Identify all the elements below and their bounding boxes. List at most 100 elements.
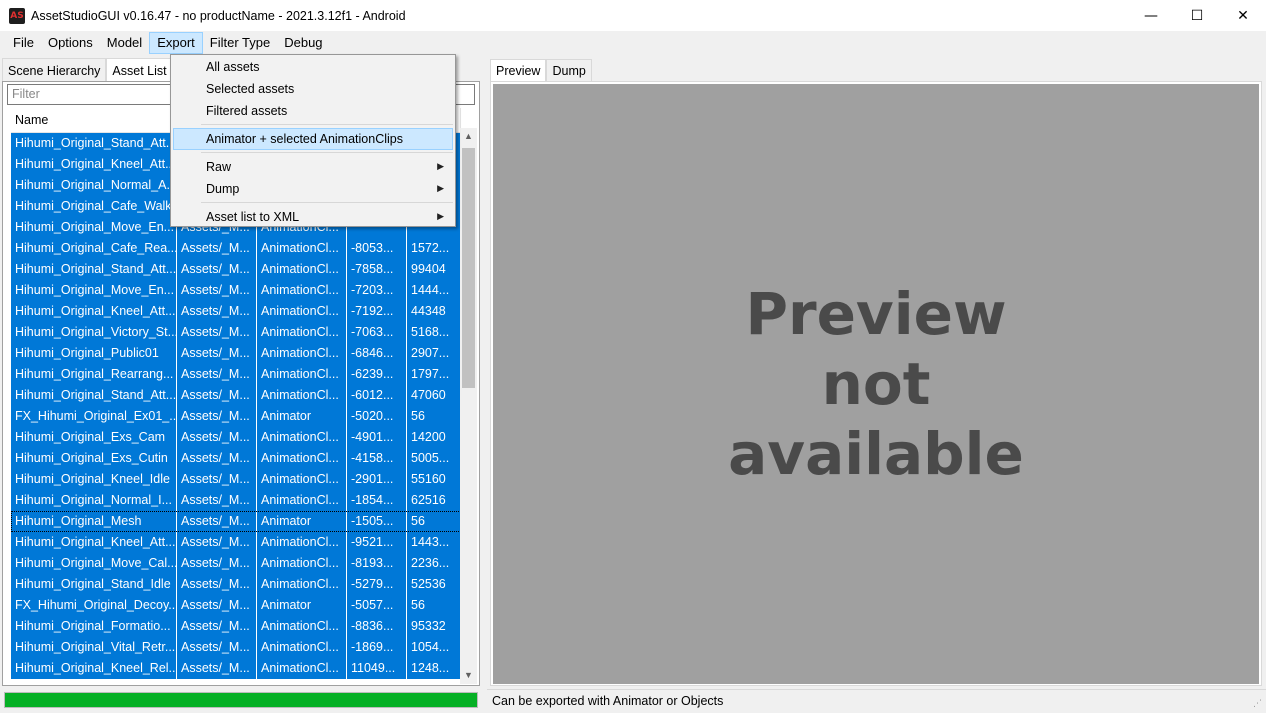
cell-name: Hihumi_Original_Cafe_Rea... <box>11 238 177 259</box>
menu-item-animator-selected-clips[interactable]: Animator + selected AnimationClips <box>173 128 453 150</box>
tab-scene-hierarchy[interactable]: Scene Hierarchy <box>2 58 107 82</box>
menu-item-label: Selected assets <box>206 82 295 96</box>
cell-type: AnimationCl... <box>257 385 347 406</box>
menu-item-raw[interactable]: Raw ▶ <box>173 156 453 178</box>
table-row[interactable]: FX_Hihumi_Original_Decoy... Assets/_M... A… <box>11 595 461 616</box>
cell-container: Assets/_M... <box>177 448 257 469</box>
maximize-button[interactable]: ☐ <box>1174 0 1220 31</box>
table-row[interactable]: Hihumi_Original_Exs_Cam Assets/_M... Anima… <box>11 427 461 448</box>
scroll-thumb[interactable] <box>462 148 475 388</box>
menu-file[interactable]: File <box>6 32 41 54</box>
cell-size: 1248... <box>407 658 461 679</box>
table-row[interactable]: Hihumi_Original_Kneel_Idle Assets/_M... An… <box>11 469 461 490</box>
menu-item-selected-assets[interactable]: Selected assets <box>173 78 453 100</box>
menu-export[interactable]: Export <box>149 32 203 54</box>
preview-message-line: not <box>821 350 931 418</box>
minimize-button[interactable]: — <box>1128 0 1174 31</box>
table-row[interactable]: Hihumi_Original_Public01 Assets/_M... Anim… <box>11 343 461 364</box>
menu-item-filtered-assets[interactable]: Filtered assets <box>173 100 453 122</box>
menu-debug[interactable]: Debug <box>277 32 329 54</box>
cell-name: Hihumi_Original_Stand_Att... <box>11 259 177 280</box>
menu-options[interactable]: Options <box>41 32 100 54</box>
table-row[interactable]: Hihumi_Original_Vital_Retr... Assets/_M..… <box>11 637 461 658</box>
cell-type: Animator <box>257 511 347 532</box>
title-bar: AS AssetStudioGUI v0.16.47 - no productN… <box>0 0 1266 31</box>
cell-container: Assets/_M... <box>177 616 257 637</box>
tab-preview[interactable]: Preview <box>490 59 547 81</box>
table-row[interactable]: Hihumi_Original_Cafe_Rea... Assets/_M... A… <box>11 238 461 259</box>
menu-separator <box>201 152 453 153</box>
cell-type: Animator <box>257 595 347 616</box>
menu-item-all-assets[interactable]: All assets <box>173 56 453 78</box>
cell-size: 1572... <box>407 238 461 259</box>
cell-type: AnimationCl... <box>257 490 347 511</box>
cell-type: AnimationCl... <box>257 532 347 553</box>
table-row[interactable]: Hihumi_Original_Normal_I... Assets/_M... A… <box>11 490 461 511</box>
table-row[interactable]: Hihumi_Original_Mesh Assets/_M... Animator… <box>11 511 461 532</box>
menu-item-dump[interactable]: Dump ▶ <box>173 178 453 200</box>
cell-pathid: -7203... <box>347 280 407 301</box>
menu-item-asset-list-to-xml[interactable]: Asset list to XML ▶ <box>173 206 453 228</box>
scroll-up-icon[interactable]: ▲ <box>460 128 477 145</box>
tab-asset-list[interactable]: Asset List <box>106 58 173 82</box>
table-row[interactable]: Hihumi_Original_Victory_St... Assets/_M..… <box>11 322 461 343</box>
table-row[interactable]: Hihumi_Original_Kneel_Att...Assets/_M...… <box>11 301 461 322</box>
table-row[interactable]: Hihumi_Original_Exs_Cutin Assets/_M... Ani… <box>11 448 461 469</box>
cell-container: Assets/_M... <box>177 280 257 301</box>
submenu-arrow-icon: ▶ <box>437 162 444 172</box>
cell-name: Hihumi_Original_Stand_Idle <box>11 574 177 595</box>
cell-name: Hihumi_Original_Stand_Att... <box>11 385 177 406</box>
cell-type: AnimationCl... <box>257 616 347 637</box>
menu-filter-type[interactable]: Filter Type <box>203 32 277 54</box>
cell-name: Hihumi_Original_Mesh <box>11 511 177 532</box>
tab-dump[interactable]: Dump <box>546 59 592 81</box>
cell-name: Hihumi_Original_Victory_St... <box>11 322 177 343</box>
preview-message-line: Preview <box>745 280 1007 348</box>
cell-size: 44348 <box>407 301 461 322</box>
scroll-down-icon[interactable]: ▼ <box>460 667 477 684</box>
cell-container: Assets/_M... <box>177 490 257 511</box>
table-row[interactable]: Hihumi_Original_Formatio... Assets/_M... A… <box>11 616 461 637</box>
table-row[interactable]: Hihumi_Original_Kneel_Att...Assets/_M...… <box>11 532 461 553</box>
table-row[interactable]: Hihumi_Original_Rearrang... Assets/_M... A… <box>11 364 461 385</box>
close-button[interactable]: ✕ <box>1220 0 1266 31</box>
table-row[interactable]: Hihumi_Original_Kneel_Rel... Assets/_M...… <box>11 658 461 679</box>
progress-fill <box>5 693 477 707</box>
cell-type: AnimationCl... <box>257 448 347 469</box>
table-row[interactable]: Hihumi_Original_Move_En... Assets/_M... An… <box>11 280 461 301</box>
cell-type: AnimationCl... <box>257 637 347 658</box>
cell-container: Assets/_M... <box>177 595 257 616</box>
cell-size: 1797... <box>407 364 461 385</box>
menu-bar: File Options Model Export Filter Type De… <box>0 31 1266 55</box>
cell-name: Hihumi_Original_Exs_Cutin <box>11 448 177 469</box>
table-row[interactable]: Hihumi_Original_Stand_Att...Assets/_M...… <box>11 259 461 280</box>
cell-container: Assets/_M... <box>177 343 257 364</box>
menu-model[interactable]: Model <box>100 32 149 54</box>
cell-size: 2907... <box>407 343 461 364</box>
cell-name: Hihumi_Original_Stand_Att... <box>11 133 177 154</box>
cell-name: Hihumi_Original_Cafe_Walk <box>11 196 177 217</box>
cell-name: Hihumi_Original_Kneel_Att... <box>11 301 177 322</box>
minimize-icon: — <box>1144 7 1158 24</box>
cell-name: Hihumi_Original_Kneel_Att... <box>11 532 177 553</box>
cell-size: 56 <box>407 406 461 427</box>
table-row[interactable]: Hihumi_Original_Stand_Att...Assets/_M...… <box>11 385 461 406</box>
table-row[interactable]: Hihumi_Original_Move_Cal... Assets/_M... A… <box>11 553 461 574</box>
table-row[interactable]: FX_Hihumi_Original_Ex01_... Assets/_M... A… <box>11 406 461 427</box>
cell-size: 99404 <box>407 259 461 280</box>
cell-container: Assets/_M... <box>177 385 257 406</box>
cell-pathid: -6012... <box>347 385 407 406</box>
cell-size: 5168... <box>407 322 461 343</box>
cell-name: FX_Hihumi_Original_Ex01_... <box>11 406 177 427</box>
cell-pathid: -6846... <box>347 343 407 364</box>
resize-grip-icon[interactable]: ⋰ <box>1253 698 1262 709</box>
list-scrollbar[interactable]: ▲ ▼ <box>460 128 477 684</box>
cell-type: AnimationCl... <box>257 280 347 301</box>
menu-separator <box>201 124 453 125</box>
cell-type: AnimationCl... <box>257 427 347 448</box>
cell-size: 47060 <box>407 385 461 406</box>
table-row[interactable]: Hihumi_Original_Stand_Idle Assets/_M... An… <box>11 574 461 595</box>
cell-container: Assets/_M... <box>177 532 257 553</box>
column-header-name[interactable]: Name <box>11 108 177 133</box>
cell-size: 14200 <box>407 427 461 448</box>
